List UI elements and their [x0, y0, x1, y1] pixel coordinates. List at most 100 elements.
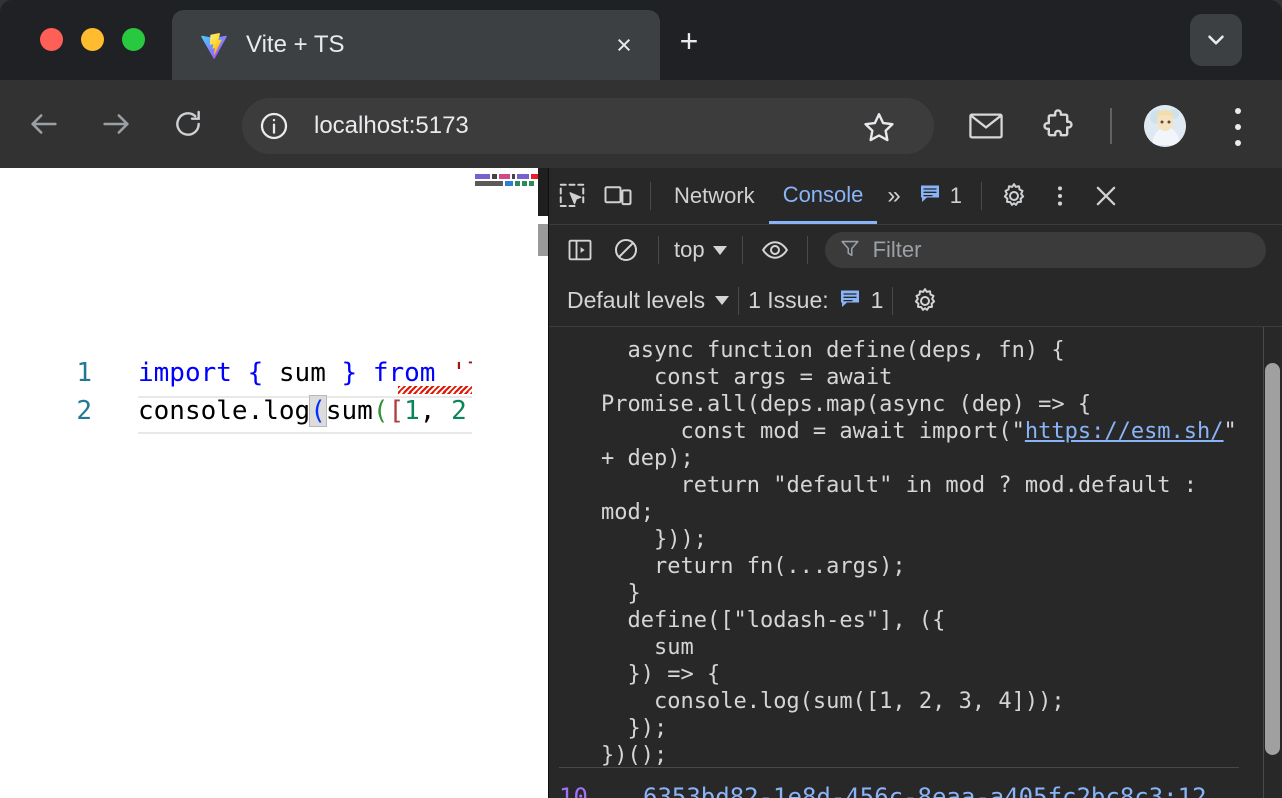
chevron-down-icon[interactable]	[1190, 14, 1242, 66]
tab-title: Vite + TS	[246, 31, 345, 58]
error-squiggly-underline	[398, 386, 472, 394]
console-scrollbar-track[interactable]	[1263, 327, 1282, 798]
console-levels-bar: Default levels 1 Issue: 1	[549, 275, 1282, 327]
issues-count: 1	[949, 183, 963, 208]
token-bracket-match: (	[309, 395, 327, 427]
tab-network[interactable]: Network	[660, 168, 769, 224]
editor-edge-shade	[538, 168, 548, 216]
console-context-selector[interactable]: top	[668, 237, 733, 263]
devtools-panel: Network Console » 1 top Filter Default l…	[548, 168, 1282, 798]
browser-tab-active[interactable]: Vite + TS ×	[172, 10, 660, 80]
token: sum	[325, 396, 373, 426]
inspect-element-icon[interactable]	[549, 173, 595, 219]
code-editor[interactable]: 1 import { sum } from 'lod 2 console.log…	[0, 168, 548, 798]
divider	[738, 286, 740, 315]
window-traffic-lights	[40, 28, 145, 51]
console-message-part-1: async function define(deps, fn) { const …	[601, 338, 1092, 444]
console-result-row[interactable]: 10 6353bd82-1e8d-456c-8eaa-a405fc2bc8c3:…	[549, 779, 1282, 798]
reload-icon[interactable]	[168, 104, 208, 144]
more-options-icon[interactable]	[1037, 173, 1083, 219]
divider	[658, 236, 659, 264]
toolbar-divider	[1110, 108, 1112, 144]
editor-scrollbar-track[interactable]	[538, 168, 548, 798]
code-line-2[interactable]: console.log(sum([1, 2, 3	[138, 395, 514, 427]
mail-icon[interactable]	[966, 106, 1006, 146]
divider	[650, 182, 651, 210]
back-arrow-icon[interactable]	[24, 104, 64, 144]
token: {	[247, 358, 264, 388]
console-message-source-snippet[interactable]: async function define(deps, fn) { const …	[549, 337, 1249, 769]
token-bracket: [	[388, 396, 405, 426]
bookmark-star-icon[interactable]	[862, 110, 896, 144]
close-devtools-icon[interactable]	[1083, 173, 1129, 219]
tab-strip: Vite + TS × +	[0, 0, 1282, 80]
console-filter-placeholder: Filter	[872, 237, 922, 262]
console-sidebar-toggle-icon[interactable]	[557, 227, 603, 273]
address-bar[interactable]: localhost:5173	[242, 98, 934, 154]
page-content-editor: 1 import { sum } from 'lod 2 console.log…	[0, 168, 548, 798]
console-row-divider	[559, 767, 1239, 768]
tab-console[interactable]: Console	[768, 168, 878, 224]
issues-count: 1	[870, 287, 884, 313]
token: import	[138, 358, 232, 388]
clear-console-icon[interactable]	[603, 227, 649, 273]
site-info-icon[interactable]	[258, 110, 290, 142]
console-log-level-selector[interactable]: Default levels	[567, 287, 730, 314]
console-output[interactable]: async function define(deps, fn) { const …	[549, 327, 1282, 798]
divider	[981, 182, 983, 210]
token: }	[341, 358, 358, 388]
divider	[741, 236, 743, 264]
console-message-url-link[interactable]: https://esm.sh/	[1025, 419, 1224, 444]
console-result-source-link[interactable]: 6353bd82-1e8d-456c-8eaa-a405fc2bc8c3:12	[643, 783, 1207, 798]
token: from	[372, 358, 436, 388]
token: console.log	[138, 396, 311, 426]
divider	[892, 286, 894, 315]
settings-gear-icon[interactable]	[991, 173, 1037, 219]
window-close-button[interactable]	[40, 28, 63, 51]
token: sum	[263, 358, 342, 388]
new-tab-button[interactable]: +	[668, 20, 710, 62]
token: ,	[419, 396, 452, 426]
console-context-label: top	[674, 237, 705, 262]
address-bar-url[interactable]: localhost:5173	[314, 98, 469, 154]
issue-message-icon	[838, 286, 862, 316]
live-expression-eye-icon[interactable]	[752, 227, 798, 273]
forward-arrow-icon[interactable]	[96, 104, 136, 144]
code-line-1[interactable]: import { sum } from 'lod	[138, 358, 514, 388]
divider	[806, 236, 808, 264]
console-vertical-scrollbar[interactable]	[1265, 363, 1280, 755]
editor-vertical-scrollbar[interactable]	[538, 224, 548, 256]
browser-chrome: Vite + TS × + localhost:5173	[0, 0, 1282, 168]
device-toolbar-icon[interactable]	[595, 173, 641, 219]
filter-funnel-icon	[839, 237, 861, 264]
line-number: 2	[76, 396, 92, 426]
token-number: 1	[404, 396, 420, 426]
browser-window: Vite + TS × + localhost:5173 1 import {…	[0, 0, 1282, 798]
issues-summary[interactable]: 1 Issue: 1	[748, 286, 883, 316]
console-filter-input[interactable]: Filter	[824, 232, 1266, 268]
chevron-down-icon	[712, 245, 727, 255]
devtools-tab-bar: Network Console » 1	[549, 168, 1282, 225]
extensions-puzzle-icon[interactable]	[1038, 106, 1078, 146]
window-minimize-button[interactable]	[81, 28, 104, 51]
profile-avatar[interactable]	[1144, 105, 1186, 147]
window-maximize-button[interactable]	[122, 28, 145, 51]
line-number: 1	[76, 358, 92, 388]
tab-close-button[interactable]: ×	[610, 31, 638, 59]
chevron-down-icon	[715, 296, 730, 305]
vite-logo-icon	[200, 32, 228, 60]
code-minimap[interactable]	[472, 168, 538, 798]
console-settings-gear-icon[interactable]	[902, 278, 948, 324]
kebab-menu-icon[interactable]	[1228, 108, 1248, 146]
console-toolbar: top Filter	[549, 225, 1282, 275]
token-number: 2	[451, 396, 467, 426]
token-bracket: (	[372, 396, 389, 426]
issues-badge[interactable]: 1	[908, 181, 972, 211]
console-result-value: 10	[559, 783, 588, 798]
issues-label: 1 Issue:	[748, 287, 829, 313]
issue-message-icon	[918, 181, 942, 211]
devtools-overflow-tabs[interactable]: »	[877, 182, 907, 210]
